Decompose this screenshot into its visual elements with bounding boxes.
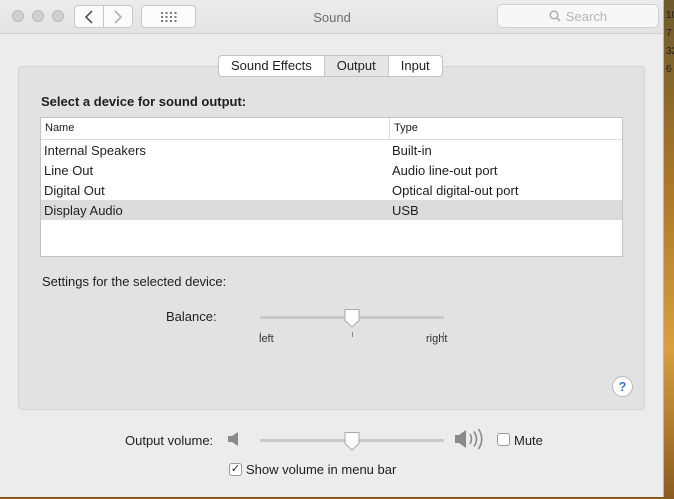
speaker-quiet-icon	[228, 432, 238, 446]
balance-slider-knob[interactable]	[343, 308, 361, 328]
background-text-fragment: 32	[666, 46, 674, 57]
background-text-fragment: 10	[666, 10, 674, 21]
search-placeholder: Search	[565, 8, 608, 24]
device-name: Digital Out	[44, 182, 105, 198]
balance-label: Balance:	[166, 309, 217, 324]
balance-right-label: right	[426, 333, 448, 345]
output-device-heading: Select a device for sound output:	[41, 94, 247, 109]
table-row[interactable]: Internal Speakers Built-in	[41, 140, 622, 160]
table-row[interactable]: Digital Out Optical digital-out port	[41, 180, 622, 200]
mute-label: Mute	[514, 433, 543, 448]
tab-bar: Sound Effects Output Input	[218, 55, 443, 77]
device-type: Optical digital-out port	[392, 182, 519, 198]
table-header: Name Type	[41, 118, 622, 140]
table-row-selected[interactable]: Display Audio USB	[41, 200, 622, 220]
device-name: Display Audio	[44, 202, 123, 218]
column-header-name[interactable]: Name	[41, 118, 389, 139]
background-text-fragment: 7	[666, 28, 672, 39]
show-volume-in-menu-bar-label: Show volume in menu bar	[246, 462, 397, 477]
background-text-fragment: 6	[666, 64, 672, 75]
device-type: USB	[392, 202, 419, 218]
device-name: Internal Speakers	[44, 142, 146, 158]
output-device-table: Name Type Internal Speakers Built-in Lin…	[40, 117, 623, 257]
output-volume-slider[interactable]	[260, 431, 444, 451]
help-button[interactable]: ?	[612, 376, 633, 397]
device-type: Built-in	[392, 142, 432, 158]
balance-tick-center	[352, 332, 353, 337]
search-field[interactable]: Search	[497, 4, 659, 28]
tab-sound-effects[interactable]: Sound Effects	[219, 56, 324, 76]
output-volume-label: Output volume:	[125, 433, 214, 448]
show-volume-in-menu-bar-checkbox[interactable]: ✓	[229, 463, 242, 476]
device-type: Audio line-out port	[392, 162, 498, 178]
table-row[interactable]: Line Out Audio line-out port	[41, 160, 622, 180]
mute-checkbox[interactable]	[497, 433, 510, 446]
balance-left-label: left	[259, 333, 274, 345]
volume-slider-knob[interactable]	[343, 431, 361, 451]
balance-slider[interactable]	[260, 308, 444, 337]
search-icon	[549, 10, 561, 22]
column-header-type[interactable]: Type	[389, 118, 622, 139]
device-settings-label: Settings for the selected device:	[42, 274, 227, 289]
speaker-loud-icon	[455, 428, 483, 450]
device-name: Line Out	[44, 162, 94, 178]
sound-preferences-window: Sound Search Sound Effects Output Input …	[0, 0, 664, 497]
tab-input[interactable]: Input	[387, 56, 442, 76]
title-bar: Sound Search	[0, 0, 663, 34]
tab-output[interactable]: Output	[323, 56, 388, 76]
